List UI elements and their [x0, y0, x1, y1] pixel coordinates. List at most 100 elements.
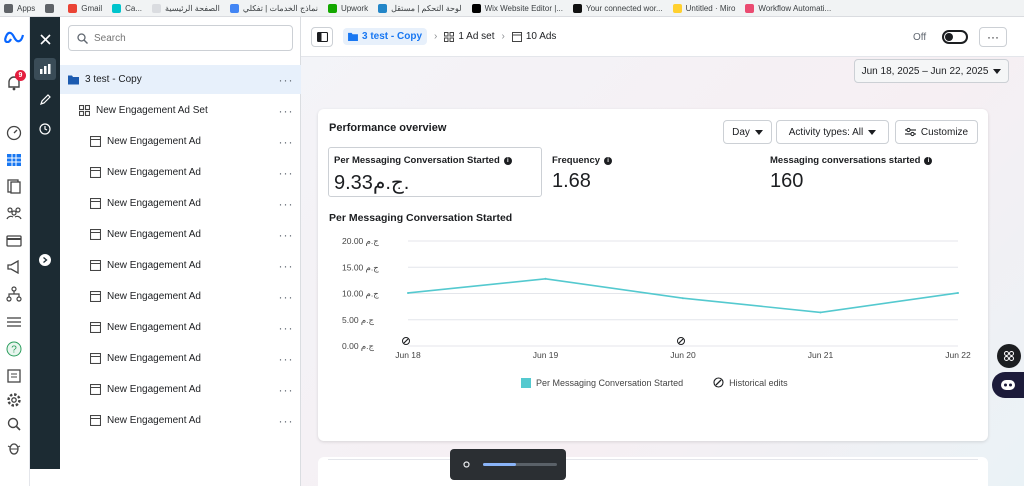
more-options-icon[interactable]: ··· [271, 259, 301, 273]
bookmark-item[interactable]: Untitled · Miro [672, 3, 736, 13]
bar-chart-icon[interactable] [34, 58, 56, 80]
tree-item-adset[interactable]: New Engagement Ad Set ··· [60, 96, 301, 125]
megaphone-icon[interactable] [4, 257, 24, 277]
more-options-icon[interactable]: ··· [271, 166, 301, 180]
more-options-icon[interactable]: ··· [271, 290, 301, 304]
day-dropdown[interactable]: Day [723, 120, 772, 144]
history-icon[interactable] [34, 118, 56, 140]
bookmark-item[interactable]: الصفحة الرئيسية [152, 3, 220, 13]
chevron-down-icon [868, 129, 877, 135]
campaign-toggle[interactable] [942, 30, 968, 44]
bookmark-item[interactable]: Gmail [68, 3, 102, 13]
bookmark-item[interactable]: Apps [4, 3, 36, 13]
bookmark-label: Untitled · Miro [685, 3, 736, 13]
hierarchy-icon[interactable] [4, 284, 24, 304]
search-input[interactable] [94, 32, 274, 44]
reports-icon[interactable] [4, 366, 24, 386]
notification-icon[interactable]: 9 [4, 70, 26, 93]
tree-item-ad[interactable]: New Engagement Ad ··· [60, 251, 301, 280]
date-range-picker[interactable]: Jun 18, 2025 – Jun 22, 2025 [854, 59, 1009, 83]
more-options-icon[interactable]: ··· [271, 352, 301, 366]
bookmark-item[interactable]: Ca... [112, 3, 142, 13]
more-options-icon[interactable]: ··· [271, 321, 301, 335]
more-options-icon[interactable]: ··· [271, 228, 301, 242]
info-icon[interactable]: i [503, 156, 512, 165]
info-icon[interactable]: i [604, 156, 613, 165]
menu-icon[interactable] [4, 312, 24, 332]
info-icon[interactable]: i [924, 156, 933, 165]
folder-icon [68, 75, 79, 85]
search-icon[interactable] [4, 414, 24, 434]
bookmark-item[interactable]: Upwork [327, 3, 368, 13]
global-nav-rail: 9 ? [0, 17, 30, 486]
x-tick-label: Jun 18 [395, 350, 421, 360]
assistant-icon[interactable] [997, 344, 1021, 368]
ads-manager-toolbar [30, 17, 60, 469]
metric-frequency[interactable]: Frequency i 1.68 [552, 155, 613, 193]
tree-item-ad[interactable]: New Engagement Ad ··· [60, 127, 301, 156]
chat-bot-icon[interactable] [992, 372, 1024, 398]
bookmark-label: Your connected wor... [585, 3, 663, 13]
expand-panel-icon[interactable] [34, 249, 56, 271]
bug-icon[interactable] [4, 438, 24, 458]
activity-types-dropdown[interactable]: Activity types: All [776, 120, 889, 144]
bookmark-label: Apps [17, 3, 36, 13]
more-options-icon[interactable]: ··· [271, 104, 301, 118]
tree-item-ad[interactable]: New Engagement Ad ··· [60, 189, 301, 218]
bookmark-item[interactable]: لوحة التحكم | مستقل [378, 3, 462, 13]
more-options-icon[interactable]: ··· [271, 414, 301, 428]
billing-icon[interactable] [4, 231, 24, 251]
close-icon[interactable] [34, 28, 56, 50]
edit-icon[interactable] [34, 88, 56, 110]
tree-item-campaign[interactable]: 3 test - Copy ··· [60, 65, 301, 94]
pages-icon[interactable] [4, 176, 24, 196]
tree-item-label: New Engagement Ad [107, 384, 201, 395]
customize-label: Customize [920, 126, 969, 138]
progress-slider[interactable] [483, 463, 557, 466]
workflow-icon [745, 3, 755, 13]
bookmark-item[interactable] [45, 3, 58, 13]
help-icon[interactable]: ? [4, 339, 24, 359]
metric-conversations-started[interactable]: Messaging conversations started i 160 [770, 155, 933, 193]
tree-search-box[interactable] [68, 25, 293, 51]
more-options-icon[interactable]: ··· [271, 383, 301, 397]
ad-icon [90, 229, 101, 240]
more-options-icon[interactable]: ··· [271, 73, 301, 87]
bookmark-item[interactable]: نماذج الخدمات | تفكلي [229, 3, 318, 13]
tree-item-ad[interactable]: New Engagement Ad ··· [60, 220, 301, 249]
line-chart: 0.00 ج.م 5.00 ج.م 10.00 ج.م 15.00 ج.م 20.00 … [342, 236, 971, 360]
customize-button[interactable]: Customize [895, 120, 978, 144]
historical-edits-icon [713, 377, 724, 388]
y-tick-label: 10.00 ج.م [342, 289, 379, 300]
chevron-down-icon [993, 68, 1002, 74]
bookmark-item[interactable]: Your connected wor... [572, 3, 663, 13]
breadcrumb-ads[interactable]: 10 Ads [511, 31, 556, 42]
ad-icon [90, 260, 101, 271]
tree-item-ad[interactable]: New Engagement Ad ··· [60, 282, 301, 311]
chevron-right-icon: › [501, 31, 505, 42]
tree-item-ad[interactable]: New Engagement Ad ··· [60, 158, 301, 187]
tree-item-ad[interactable]: New Engagement Ad ··· [60, 375, 301, 404]
settings-icon[interactable] [4, 390, 24, 410]
more-options-button[interactable]: ··· [979, 27, 1007, 47]
table-icon[interactable] [4, 150, 24, 170]
toggle-sidebar-button[interactable] [311, 27, 333, 47]
tree-item-ad[interactable]: New Engagement Ad ··· [60, 406, 301, 435]
media-control-overlay[interactable] [450, 449, 566, 480]
ad-icon [511, 31, 522, 42]
svg-text:?: ? [11, 345, 17, 356]
speedometer-icon[interactable] [4, 123, 24, 143]
bookmark-item[interactable]: Wix Website Editor |... [471, 3, 563, 13]
audience-icon[interactable] [4, 203, 24, 223]
breadcrumb-campaign[interactable]: 3 test - Copy [343, 28, 428, 45]
metric-cost-per-conversation[interactable]: Per Messaging Conversation Started i 9.33… [334, 155, 512, 195]
meta-icon[interactable] [4, 27, 24, 47]
settings-icon[interactable] [462, 460, 471, 469]
more-options-icon[interactable]: ··· [271, 197, 301, 211]
more-options-icon[interactable]: ··· [271, 135, 301, 149]
tree-item-ad[interactable]: New Engagement Ad ··· [60, 313, 301, 342]
notion-icon [572, 3, 582, 13]
breadcrumb-adset[interactable]: 1 Ad set [444, 31, 495, 42]
bookmark-item[interactable]: Workflow Automati... [745, 3, 831, 13]
tree-item-ad[interactable]: New Engagement Ad ··· [60, 344, 301, 373]
